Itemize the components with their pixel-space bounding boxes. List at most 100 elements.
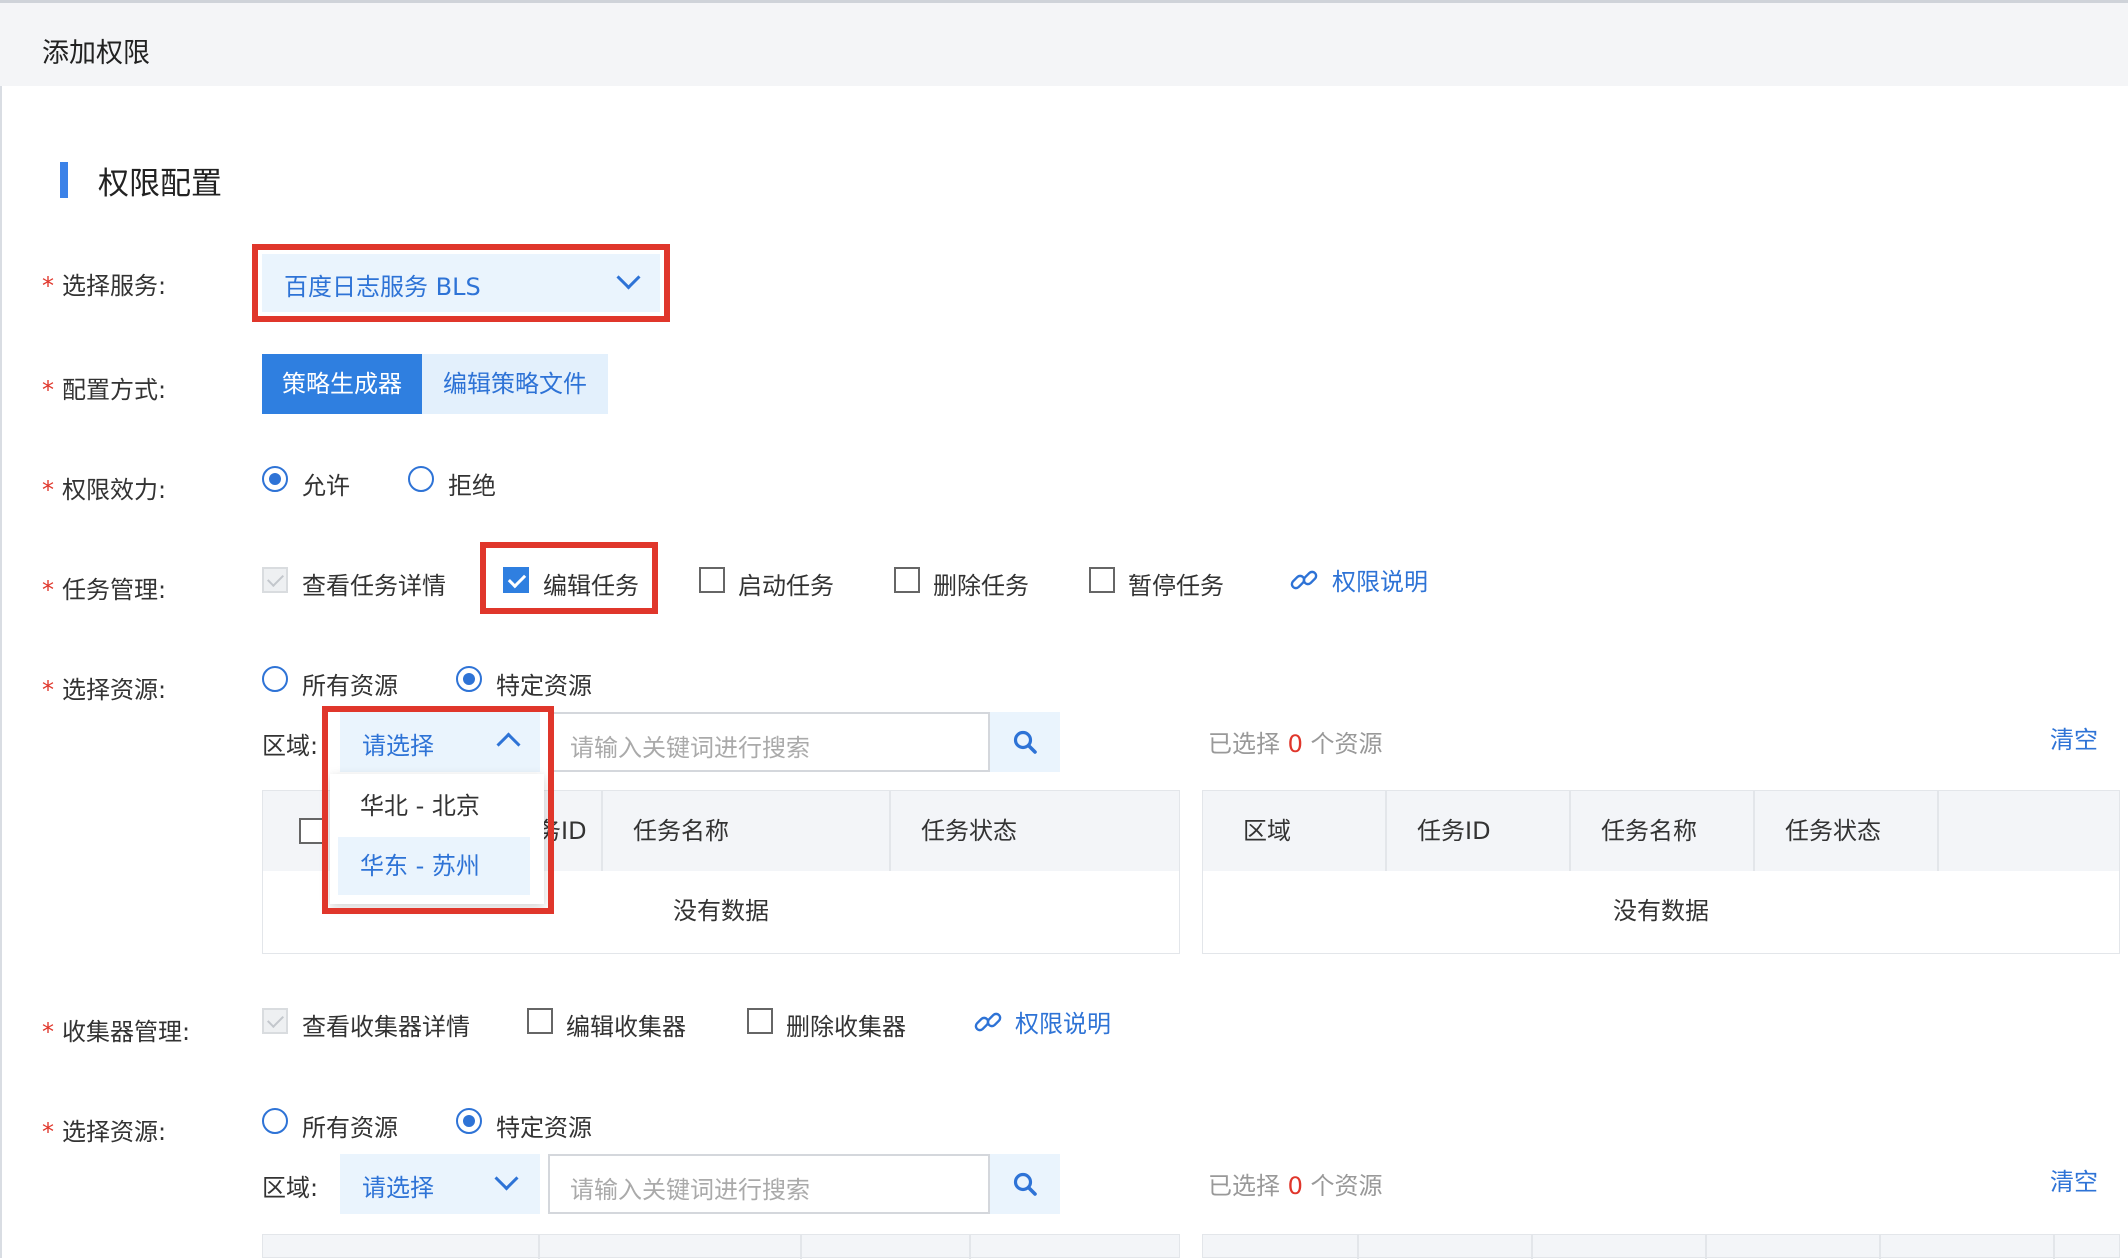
required-mark: * xyxy=(42,376,54,404)
search-placeholder-2: 请输入关键词进行搜索 xyxy=(570,1176,810,1204)
left-border xyxy=(0,86,2,1258)
column-divider xyxy=(1705,1235,1707,1259)
column-header: 任务ID xyxy=(1387,791,1571,871)
service-select-value: 百度日志服务 BLS xyxy=(284,273,481,301)
section-accent-bar xyxy=(60,162,68,198)
selected-prefix: 已选择 xyxy=(1208,1172,1288,1200)
selected-count-text-2: 已选择 0 个资源 xyxy=(1208,1166,1383,1201)
task-mgmt-label-text: 任务管理: xyxy=(62,576,167,604)
radio-deny[interactable] xyxy=(408,466,434,492)
checkbox-start-task-label: 启动任务 xyxy=(738,572,834,600)
link-icon[interactable] xyxy=(1288,564,1320,596)
region-label: 区域: xyxy=(262,732,319,760)
region-select-2-value: 请选择 xyxy=(362,1174,434,1202)
resource2-label: * 选择资源: xyxy=(42,1112,166,1147)
selected-prefix: 已选择 xyxy=(1208,730,1288,758)
collector-mgmt-label: * 收集器管理: xyxy=(42,1012,190,1047)
column-header: 区域 xyxy=(1203,791,1387,871)
region-label-2: 区域: xyxy=(262,1174,319,1202)
clear-button-2[interactable]: 清空 xyxy=(2050,1162,2098,1197)
checkbox-delete-collector[interactable] xyxy=(747,1008,773,1034)
column-divider xyxy=(969,1235,971,1259)
service-label: * 选择服务: xyxy=(42,266,166,301)
chevron-down-icon xyxy=(616,265,641,290)
column-header: 任务状态 xyxy=(921,817,1017,845)
radio-specific-resources[interactable] xyxy=(456,666,482,692)
region-select-2[interactable]: 请选择 xyxy=(340,1154,540,1214)
clear-button[interactable]: 清空 xyxy=(2050,720,2098,755)
link-icon[interactable] xyxy=(972,1006,1004,1038)
required-mark: * xyxy=(42,476,54,504)
required-mark: * xyxy=(42,1018,54,1046)
empty-state: 没有数据 xyxy=(1613,897,1709,925)
highlight-box-region xyxy=(322,706,554,914)
selected-resources-table-2 xyxy=(1202,1234,2120,1259)
checkbox-edit-task[interactable] xyxy=(503,567,529,593)
column-divider xyxy=(538,1235,540,1259)
service-label-text: 选择服务: xyxy=(62,272,167,300)
selected-suffix: 个资源 xyxy=(1302,1172,1383,1200)
checkbox-edit-collector[interactable] xyxy=(527,1008,553,1034)
search-input[interactable]: 请输入关键词进行搜索 xyxy=(548,712,990,772)
selected-resources-table: 区域 任务ID 任务名称 任务状态 没有数据 xyxy=(1202,790,2120,954)
search-placeholder: 请输入关键词进行搜索 xyxy=(570,734,810,762)
tab-edit-policy-file[interactable]: 编辑策略文件 xyxy=(422,354,608,414)
checkbox-pause-task-label: 暂停任务 xyxy=(1128,572,1224,600)
search-button[interactable] xyxy=(990,712,1060,772)
search-icon xyxy=(1013,1172,1037,1196)
required-mark: * xyxy=(42,1118,54,1146)
selected-suffix: 个资源 xyxy=(1302,730,1383,758)
checkbox-edit-collector-label: 编辑收集器 xyxy=(566,1013,686,1041)
column-header: 任务名称 xyxy=(1571,791,1755,871)
task-permission-help-link[interactable]: 权限说明 xyxy=(1332,562,1428,597)
radio-allow[interactable] xyxy=(262,466,288,492)
resource-label-text: 选择资源: xyxy=(62,676,167,704)
radio-specific-resources-2[interactable] xyxy=(456,1108,482,1134)
window-header: 添加权限 xyxy=(0,0,2128,86)
checkbox-delete-task[interactable] xyxy=(894,567,920,593)
column-divider xyxy=(2053,1235,2055,1259)
required-mark: * xyxy=(42,676,54,704)
chevron-down-icon xyxy=(494,1166,519,1191)
effect-label-text: 权限效力: xyxy=(62,476,167,504)
collector-mgmt-label-text: 收集器管理: xyxy=(62,1018,191,1046)
radio-all-resources[interactable] xyxy=(262,666,288,692)
collector-permission-help-link[interactable]: 权限说明 xyxy=(1015,1004,1111,1039)
radio-all-resources-label: 所有资源 xyxy=(302,672,398,700)
required-mark: * xyxy=(42,272,54,300)
search-input-2[interactable]: 请输入关键词进行搜索 xyxy=(548,1154,990,1214)
search-button-2[interactable] xyxy=(990,1154,1060,1214)
selected-count-text: 已选择 0 个资源 xyxy=(1208,724,1383,759)
selected-count: 0 xyxy=(1287,730,1303,758)
checkbox-delete-task-label: 删除任务 xyxy=(933,572,1029,600)
config-mode-label-text: 配置方式: xyxy=(62,376,167,404)
radio-deny-label: 拒绝 xyxy=(448,472,496,500)
section-title: 权限配置 xyxy=(98,166,222,202)
column-header: 任务状态 xyxy=(1755,791,1939,871)
column-divider xyxy=(800,1235,802,1259)
radio-all-resources-2[interactable] xyxy=(262,1108,288,1134)
resource2-label-text: 选择资源: xyxy=(62,1118,167,1146)
tab-policy-generator[interactable]: 策略生成器 xyxy=(262,354,422,414)
required-mark: * xyxy=(42,576,54,604)
radio-specific-resources-2-label: 特定资源 xyxy=(496,1114,592,1142)
selected-count: 0 xyxy=(1287,1172,1303,1200)
radio-specific-resources-label: 特定资源 xyxy=(496,672,592,700)
checkbox-view-task-label: 查看任务详情 xyxy=(302,572,446,600)
column-divider xyxy=(1357,1235,1359,1259)
effect-label: * 权限效力: xyxy=(42,470,166,505)
task-mgmt-label: * 任务管理: xyxy=(42,570,166,605)
column-divider xyxy=(1879,1235,1881,1259)
table-header: 区域 任务ID 任务名称 任务状态 xyxy=(1203,791,2119,871)
radio-all-resources-2-label: 所有资源 xyxy=(302,1114,398,1142)
service-select[interactable]: 百度日志服务 BLS xyxy=(262,254,660,312)
radio-allow-label: 允许 xyxy=(302,472,350,500)
window-title: 添加权限 xyxy=(42,38,150,69)
checkbox-pause-task[interactable] xyxy=(1089,567,1115,593)
column-divider xyxy=(1531,1235,1533,1259)
column-header: 任务名称 xyxy=(603,791,891,871)
checkbox-start-task[interactable] xyxy=(699,567,725,593)
config-mode-label: * 配置方式: xyxy=(42,370,166,405)
search-icon xyxy=(1013,730,1037,754)
checkbox-delete-collector-label: 删除收集器 xyxy=(786,1013,906,1041)
